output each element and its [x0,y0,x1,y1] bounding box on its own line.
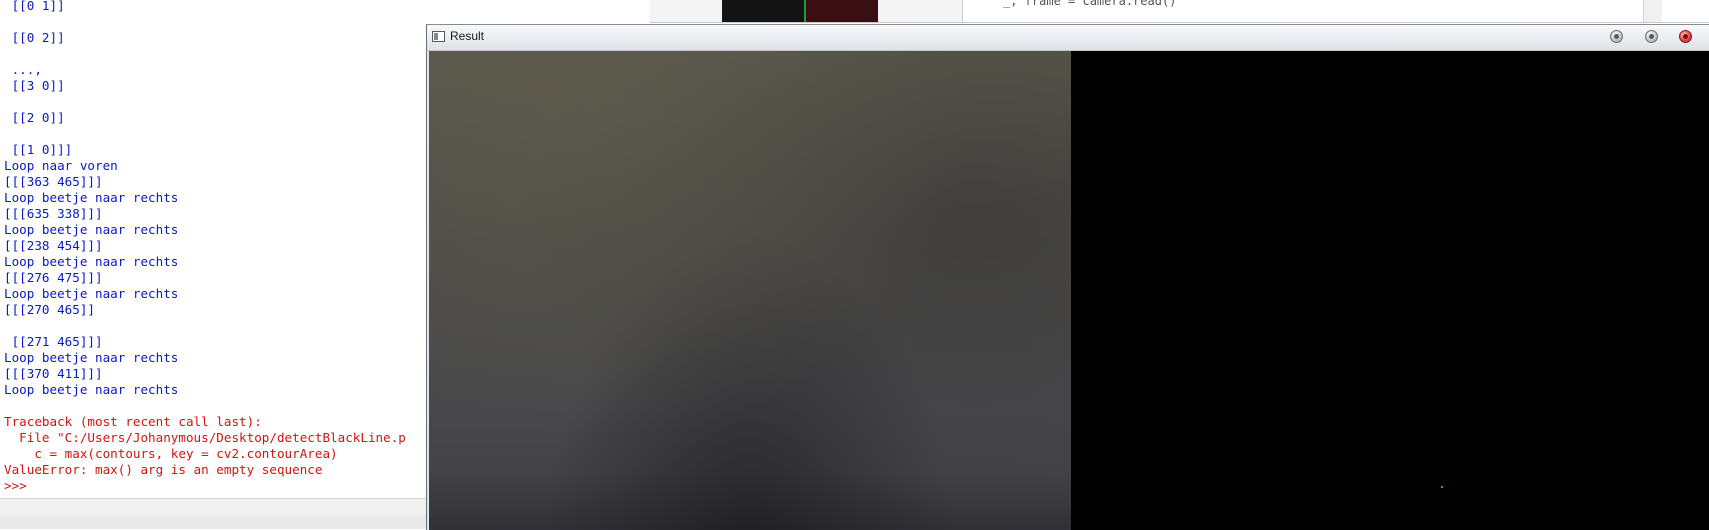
shell-output-line: Loop beetje naar rechts [4,350,179,365]
mask-detected-pixel [1441,486,1443,488]
threshold-mask-image [1071,51,1709,530]
shell-output-line: [[271 465]]] [4,334,103,349]
background-editor-scrollbar[interactable] [1643,0,1662,22]
background-editor-code: _, frame = camera.read() [1003,0,1177,8]
shell-output-line: [[[238 454]]] [4,238,103,253]
shell-output-line: [[0 2]] [4,30,65,45]
background-image-window [722,0,878,22]
shell-output-line: Loop beetje naar rechts [4,190,179,205]
shell-status-bar [0,515,430,529]
shell-output-line: Loop beetje naar rechts [4,382,179,397]
shell-output-line: [[3 0]] [4,78,65,93]
shell-horizontal-scrollbar[interactable] [0,498,430,516]
shell-output-line: [[[276 475]]] [4,270,103,285]
camera-frame-image [429,51,1071,530]
shell-output-line: [[[270 465]] [4,302,95,317]
shell-output-line: [[[363 465]]] [4,174,103,189]
window-title: Result [450,29,485,43]
shell-output-line: c = max(contours, key = cv2.contourArea) [4,446,338,461]
window-app-icon [432,31,445,42]
shell-output-line: Loop naar voren [4,158,118,173]
shell-output-line: >>> [4,478,27,493]
minimize-button-icon[interactable] [1610,30,1623,43]
shell-output-line: [[1 0]]] [4,142,73,157]
shell-output-line: ..., [4,62,42,77]
shell-output-line: ValueError: max() arg is an empty sequen… [4,462,323,477]
shell-output-line: [[[635 338]]] [4,206,103,221]
shell-output-line: Loop beetje naar rechts [4,286,179,301]
result-window: Result [426,24,1709,530]
shell-output-line [4,126,424,142]
close-button-icon[interactable] [1679,30,1692,43]
shell-output-line: [[[370 411]]] [4,366,103,381]
shell-output-line [4,46,424,62]
shell-output-line [4,398,424,414]
shell-output-line: Loop beetje naar rechts [4,254,179,269]
result-window-titlebar[interactable]: Result [427,25,1709,51]
maximize-button-icon[interactable] [1645,30,1658,43]
shell-output-line [4,318,424,334]
shell-output-line: [[2 0]] [4,110,65,125]
shell-output: [[0 1]] [[0 2]] ..., [[3 0]] [[2 0]] [[1… [4,0,424,494]
background-editor-window: _, frame = camera.read() [962,0,1709,22]
shell-output-line [4,94,424,110]
background-image-maroon-area [806,0,878,22]
shell-output-line [4,14,424,30]
shell-output-line: Loop beetje naar rechts [4,222,179,237]
shell-output-line: [[0 1]] [4,0,65,13]
camera-frame-shade [429,470,1071,530]
shell-output-line: Traceback (most recent call last): [4,414,262,429]
shell-output-line: File "C:/Users/Johanymous/Desktop/detect… [4,430,406,445]
